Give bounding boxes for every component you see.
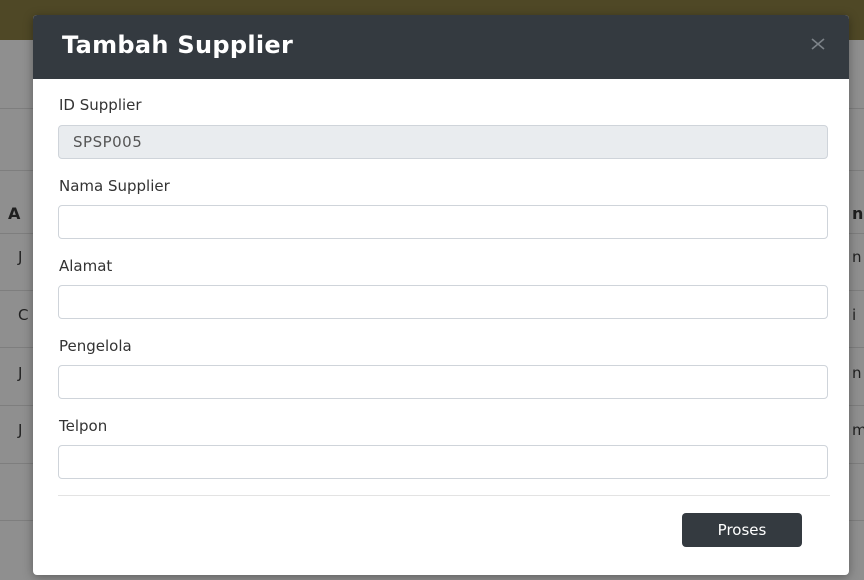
background-table-cell: n	[852, 364, 862, 382]
alamat-field[interactable]	[58, 285, 828, 319]
alamat-label: Alamat	[59, 257, 113, 275]
id-supplier-label: ID Supplier	[59, 96, 142, 114]
pengelola-field[interactable]	[58, 365, 828, 399]
background-table-cell: J	[18, 364, 23, 382]
telpon-label: Telpon	[59, 417, 108, 435]
background-table-cell: n	[852, 248, 862, 266]
background-table-cell: J	[18, 421, 23, 439]
modal-footer-divider	[58, 495, 830, 496]
close-icon[interactable]	[807, 33, 829, 55]
background-table-cell: i	[852, 306, 857, 324]
background-table-header: A	[8, 204, 21, 223]
nama-supplier-label: Nama Supplier	[59, 177, 170, 195]
nama-supplier-field[interactable]	[58, 205, 828, 239]
background-table-cell: m	[852, 421, 864, 439]
background-table-cell: J	[18, 248, 23, 266]
add-supplier-modal: Tambah Supplier ID Supplier Nama Supplie…	[33, 15, 849, 575]
modal-header: Tambah Supplier	[33, 15, 849, 79]
modal-title: Tambah Supplier	[62, 31, 294, 59]
id-supplier-field[interactable]	[58, 125, 828, 159]
proses-button[interactable]: Proses	[682, 513, 802, 547]
pengelola-label: Pengelola	[59, 337, 132, 355]
telpon-field[interactable]	[58, 445, 828, 479]
background-table-cell: C	[18, 306, 29, 324]
background-table-header: n	[852, 204, 864, 223]
